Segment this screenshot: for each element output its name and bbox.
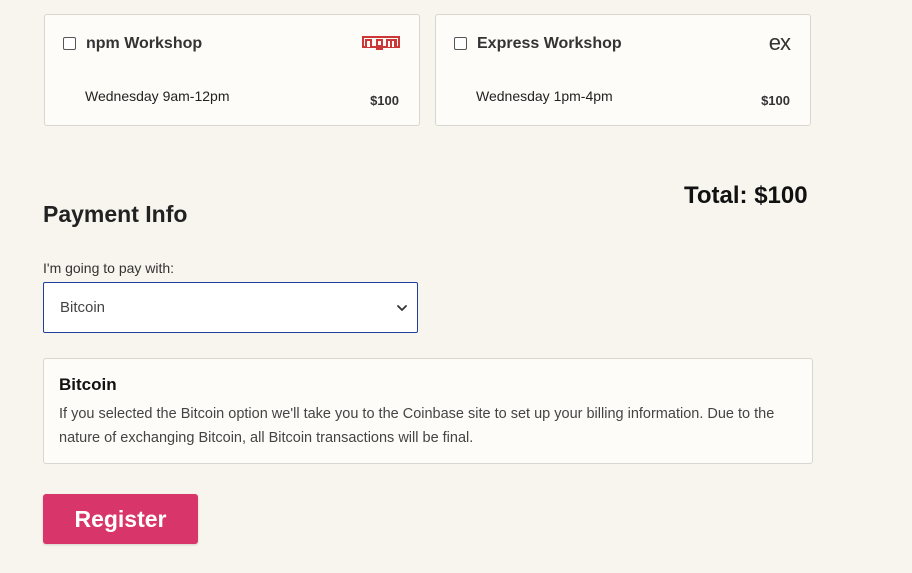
info-box-title: Bitcoin xyxy=(59,375,117,394)
workshop-card-express: Express Workshop ex Wednesday 1pm-4pm $1… xyxy=(435,14,811,126)
total-amount: Total: $100 xyxy=(684,182,808,209)
workshop-time: Wednesday 1pm-4pm xyxy=(476,88,613,104)
workshop-price: $100 xyxy=(761,93,790,108)
workshop-price: $100 xyxy=(370,93,399,108)
npm-logo-icon xyxy=(362,36,400,50)
workshop-time: Wednesday 9am-12pm xyxy=(85,88,230,104)
express-logo-icon: ex xyxy=(768,30,791,55)
payment-info-heading: Payment Info xyxy=(43,201,188,227)
express-workshop-checkbox[interactable] xyxy=(454,37,467,50)
register-button[interactable]: Register xyxy=(43,494,198,544)
payment-method-select[interactable]: Bitcoin xyxy=(43,282,418,333)
info-box-text: If you selected the Bitcoin option we'll… xyxy=(59,406,775,446)
workshop-title: npm Workshop xyxy=(86,35,203,52)
npm-workshop-checkbox[interactable] xyxy=(63,37,76,50)
workshop-title: Express Workshop xyxy=(477,35,622,52)
workshop-card-npm: npm Workshop Wednesday 9am-12pm $100 xyxy=(44,14,420,126)
bitcoin-info-box: Bitcoin If you selected the Bitcoin opti… xyxy=(43,358,813,464)
chevron-down-icon xyxy=(397,305,407,311)
payment-method-label: I'm going to pay with: xyxy=(43,260,175,276)
payment-method-value: Bitcoin xyxy=(60,299,106,316)
